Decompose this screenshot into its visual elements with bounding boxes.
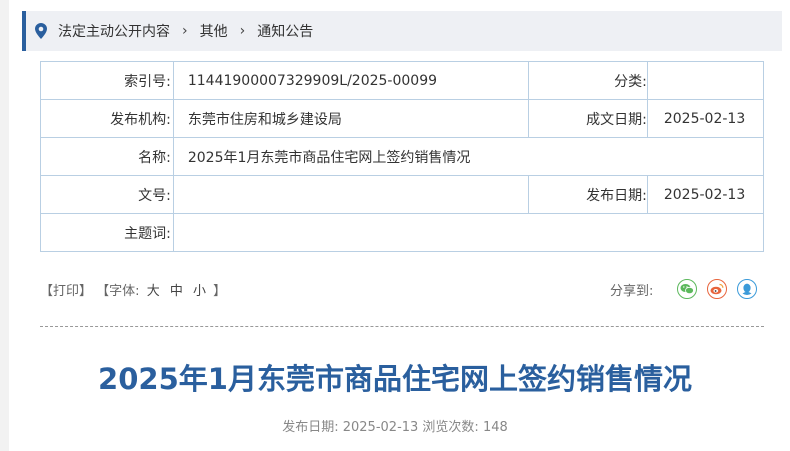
- publish-date-label: 发布日期:: [528, 175, 648, 214]
- index-value: 11441900007329909L/2025-00099: [172, 61, 530, 100]
- breadcrumb: 法定主动公开内容 › 其他 › 通知公告: [22, 11, 782, 51]
- font-medium-button[interactable]: 中: [170, 284, 183, 299]
- weibo-icon[interactable]: [707, 279, 728, 299]
- article-title: 2025年1月东莞市商品住宅网上签约销售情况: [98, 362, 692, 396]
- written-date-value: 2025-02-13: [646, 99, 765, 138]
- publisher-value: 东莞市住房和城乡建设局: [172, 99, 530, 138]
- document-info-table: 索引号: 11441900007329909L/2025-00099 分类: 发…: [40, 61, 765, 252]
- location-pin-icon: [35, 23, 47, 39]
- name-label: 名称:: [40, 137, 174, 176]
- article-publish-info: 发布日期: 2025-02-13 浏览次数: 148: [282, 420, 508, 435]
- breadcrumb-item-notice[interactable]: 通知公告: [257, 21, 313, 41]
- font-size-prefix: 【字体:: [96, 284, 140, 299]
- share-label: 分享到:: [610, 283, 654, 299]
- wechat-icon[interactable]: [677, 279, 698, 299]
- qq-icon[interactable]: [737, 279, 758, 299]
- font-small-button[interactable]: 小: [193, 284, 206, 299]
- share-bar: 分享到:: [610, 279, 758, 299]
- breadcrumb-item-other[interactable]: 其他: [200, 21, 228, 41]
- table-row: 文号: 发布日期: 2025-02-13: [40, 175, 765, 214]
- category-value: [646, 61, 765, 100]
- font-large-button[interactable]: 大: [147, 284, 160, 299]
- divider: [40, 326, 764, 327]
- index-label: 索引号:: [40, 61, 174, 100]
- publish-date-value: 2025-02-13: [646, 175, 765, 214]
- table-row: 主题词:: [40, 213, 765, 252]
- name-value: 2025年1月东莞市商品住宅网上签约销售情况: [172, 137, 765, 176]
- print-button[interactable]: 【打印】: [40, 284, 92, 299]
- table-row: 索引号: 11441900007329909L/2025-00099 分类:: [40, 61, 765, 100]
- breadcrumb-item-public-content[interactable]: 法定主动公开内容: [58, 21, 170, 41]
- page-tools: 【打印】 【字体: 大 中 小 】: [40, 280, 226, 299]
- table-row: 名称: 2025年1月东莞市商品住宅网上签约销售情况: [40, 137, 765, 176]
- subject-value: [172, 213, 765, 252]
- doc-number-value: [172, 175, 530, 214]
- table-row: 发布机构: 东莞市住房和城乡建设局 成文日期: 2025-02-13: [40, 99, 765, 138]
- chevron-right-icon: ›: [239, 23, 246, 39]
- font-size-suffix: 】: [213, 284, 227, 299]
- category-label: 分类:: [528, 61, 648, 100]
- publisher-label: 发布机构:: [40, 99, 174, 138]
- doc-number-label: 文号:: [40, 175, 174, 214]
- written-date-label: 成文日期:: [528, 99, 648, 138]
- subject-label: 主题词:: [40, 213, 174, 252]
- chevron-right-icon: ›: [182, 23, 188, 39]
